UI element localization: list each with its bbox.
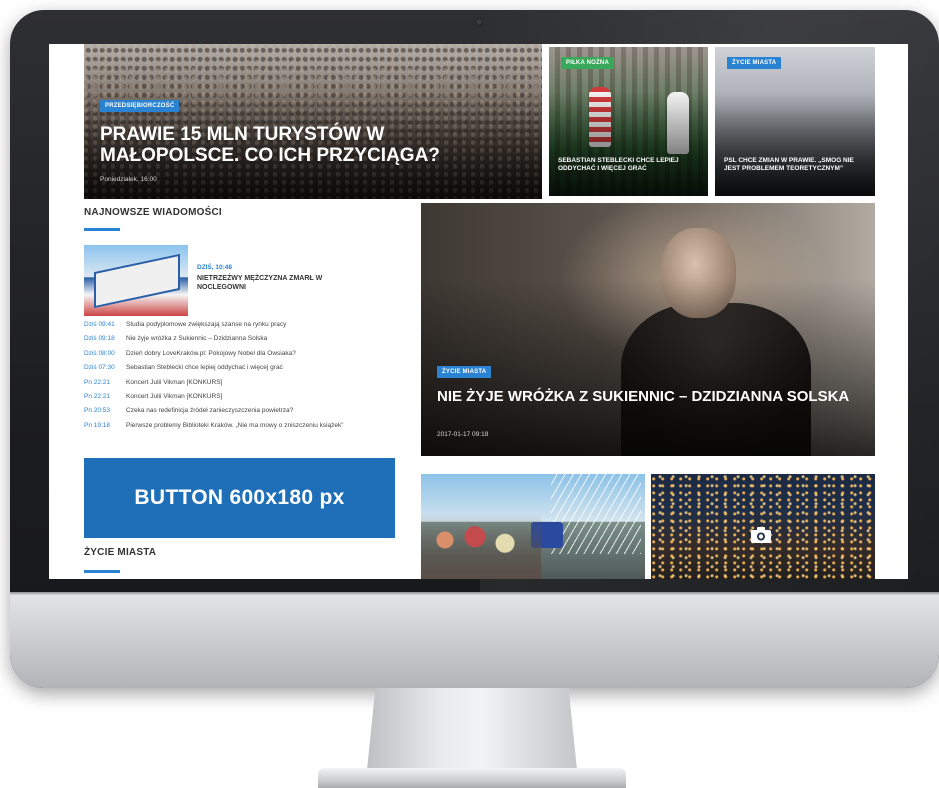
camera-icon[interactable] bbox=[750, 526, 772, 544]
list-item[interactable]: Dziś 08:00 Dzień dobry LoveKraków.pl: Pok… bbox=[84, 350, 396, 358]
news-link[interactable]: Pierwsze problemy Biblioteki Kraków. „Ni… bbox=[126, 422, 396, 430]
news-time: Pn 20:53 bbox=[84, 407, 111, 415]
section-underline bbox=[84, 570, 120, 573]
latest-news-heading: NAJNOWSZE WIADOMOŚCI bbox=[84, 207, 222, 218]
news-list: Dziś 09:41 Studia podyplomowe zwiększają … bbox=[84, 321, 396, 436]
page-content: PRZEDSIĘBIORCZOŚĆ PRAWIE 15 MLN TURYSTÓW… bbox=[84, 44, 875, 579]
tile-overlay bbox=[549, 91, 708, 196]
news-time: Dziś 07:30 bbox=[84, 364, 115, 372]
thumbnail-tram bbox=[94, 253, 180, 309]
tile-title[interactable]: SEBASTIAN STEBLECKI CHCE LEPIEJ ODDYCHAĆ… bbox=[558, 157, 703, 173]
news-link[interactable]: Dzień dobry LoveKraków.pl: Pokojowy Nobe… bbox=[126, 350, 396, 358]
photo-bridge-cables bbox=[551, 474, 641, 554]
list-item[interactable]: Pn 19:18 Pierwsze problemy Biblioteki Kra… bbox=[84, 422, 396, 430]
tile-overlay bbox=[715, 91, 875, 196]
top-tile-football[interactable]: PIŁKA NOŻNA SEBASTIAN STEBLECKI CHCE LEP… bbox=[549, 47, 708, 196]
news-link[interactable]: Nie żyje wróżka z Sukiennic – Dzidzianna… bbox=[126, 335, 396, 343]
tile-title[interactable]: PSL CHCE ZMIAN W PRAWIE. „SMOG NIE JEST … bbox=[724, 157, 869, 173]
main-story-title[interactable]: NIE ŻYJE WRÓŻKA Z SUKIENNIC – DZIDZIANNA… bbox=[437, 388, 857, 405]
section-underline bbox=[84, 228, 120, 231]
list-item[interactable]: Dziś 07:30 Sebastian Steblecki chce lepie… bbox=[84, 364, 396, 372]
list-item[interactable]: Pn 22:21 Koncert Julii Vikman [KONKURS] bbox=[84, 379, 396, 387]
news-time: Dziś 08:00 bbox=[84, 349, 115, 357]
news-link[interactable]: Studia podyplomowe zwiększają szanse na … bbox=[126, 321, 396, 329]
news-link[interactable]: Czeka nas redefinicja źródeł zanieczyszc… bbox=[126, 407, 396, 415]
bottom-tile-gallery[interactable] bbox=[651, 474, 875, 579]
news-time: Pn 22:21 bbox=[84, 378, 111, 386]
list-item[interactable]: Pn 20:53 Czeka nas redefinicja źródeł zan… bbox=[84, 407, 396, 415]
chin-edge bbox=[10, 592, 939, 595]
hero-date: Poniedziałek, 16:00 bbox=[100, 176, 157, 183]
photo-people bbox=[421, 514, 541, 579]
top-tile-city-life[interactable]: ŻYCIE MIASTA PSL CHCE ZMIAN W PRAWIE. „S… bbox=[715, 47, 875, 196]
monitor-stand-base bbox=[318, 768, 626, 788]
list-item[interactable]: Dziś 09:18 Nie żyje wróżka z Sukiennic – … bbox=[84, 335, 396, 343]
hero-category-badge[interactable]: PRZEDSIĘBIORCZOŚĆ bbox=[100, 100, 180, 112]
news-time: Pn 22:21 bbox=[84, 392, 111, 400]
list-item[interactable]: Pn 22:21 Koncert Julii Vikman [KONKURS] bbox=[84, 393, 396, 401]
city-life-heading: ŻYCIE MIASTA bbox=[84, 547, 157, 558]
news-time: Pn 19:18 bbox=[84, 421, 111, 429]
hero-title[interactable]: PRAWIE 15 MLN TURYSTÓW W MAŁOPOLSCE. CO … bbox=[100, 124, 500, 166]
featured-news-title[interactable]: NIETRZEŹWY MĘŻCZYZNA ZMARŁ W NOCLEGOWNI bbox=[197, 274, 372, 292]
main-story[interactable]: ŻYCIE MIASTA NIE ŻYJE WRÓŻKA Z SUKIENNIC… bbox=[421, 203, 875, 456]
webcam bbox=[475, 18, 483, 26]
news-time: Dziś 09:18 bbox=[84, 335, 115, 343]
news-time: Dziś 09:41 bbox=[84, 321, 115, 328]
list-item[interactable]: Dziś 09:41 Studia podyplomowe zwiększają … bbox=[84, 321, 396, 329]
monitor-stand bbox=[367, 688, 577, 770]
featured-news-thumbnail[interactable] bbox=[84, 245, 188, 316]
screen: PRZEDSIĘBIORCZOŚĆ PRAWIE 15 MLN TURYSTÓW… bbox=[49, 44, 908, 579]
tile-category-badge[interactable]: ŻYCIE MIASTA bbox=[727, 57, 782, 69]
news-link[interactable]: Koncert Julii Vikman [KONKURS] bbox=[126, 379, 396, 387]
promo-banner-button[interactable]: BUTTON 600x180 px bbox=[84, 458, 395, 538]
monitor-chin bbox=[10, 592, 939, 688]
news-link[interactable]: Sebastian Steblecki chce lepiej oddychać… bbox=[126, 364, 396, 372]
main-category-badge[interactable]: ŻYCIE MIASTA bbox=[437, 366, 492, 378]
hero-article[interactable]: PRZEDSIĘBIORCZOŚĆ PRAWIE 15 MLN TURYSTÓW… bbox=[84, 44, 542, 199]
main-story-date: 2017-01-17 09:18 bbox=[437, 431, 489, 438]
featured-news-time: DZIŚ, 10:48 bbox=[197, 264, 233, 271]
news-link[interactable]: Koncert Julii Vikman [KONKURS] bbox=[126, 393, 396, 401]
tile-category-badge[interactable]: PIŁKA NOŻNA bbox=[561, 57, 614, 69]
bottom-tile-tram[interactable] bbox=[421, 474, 645, 579]
